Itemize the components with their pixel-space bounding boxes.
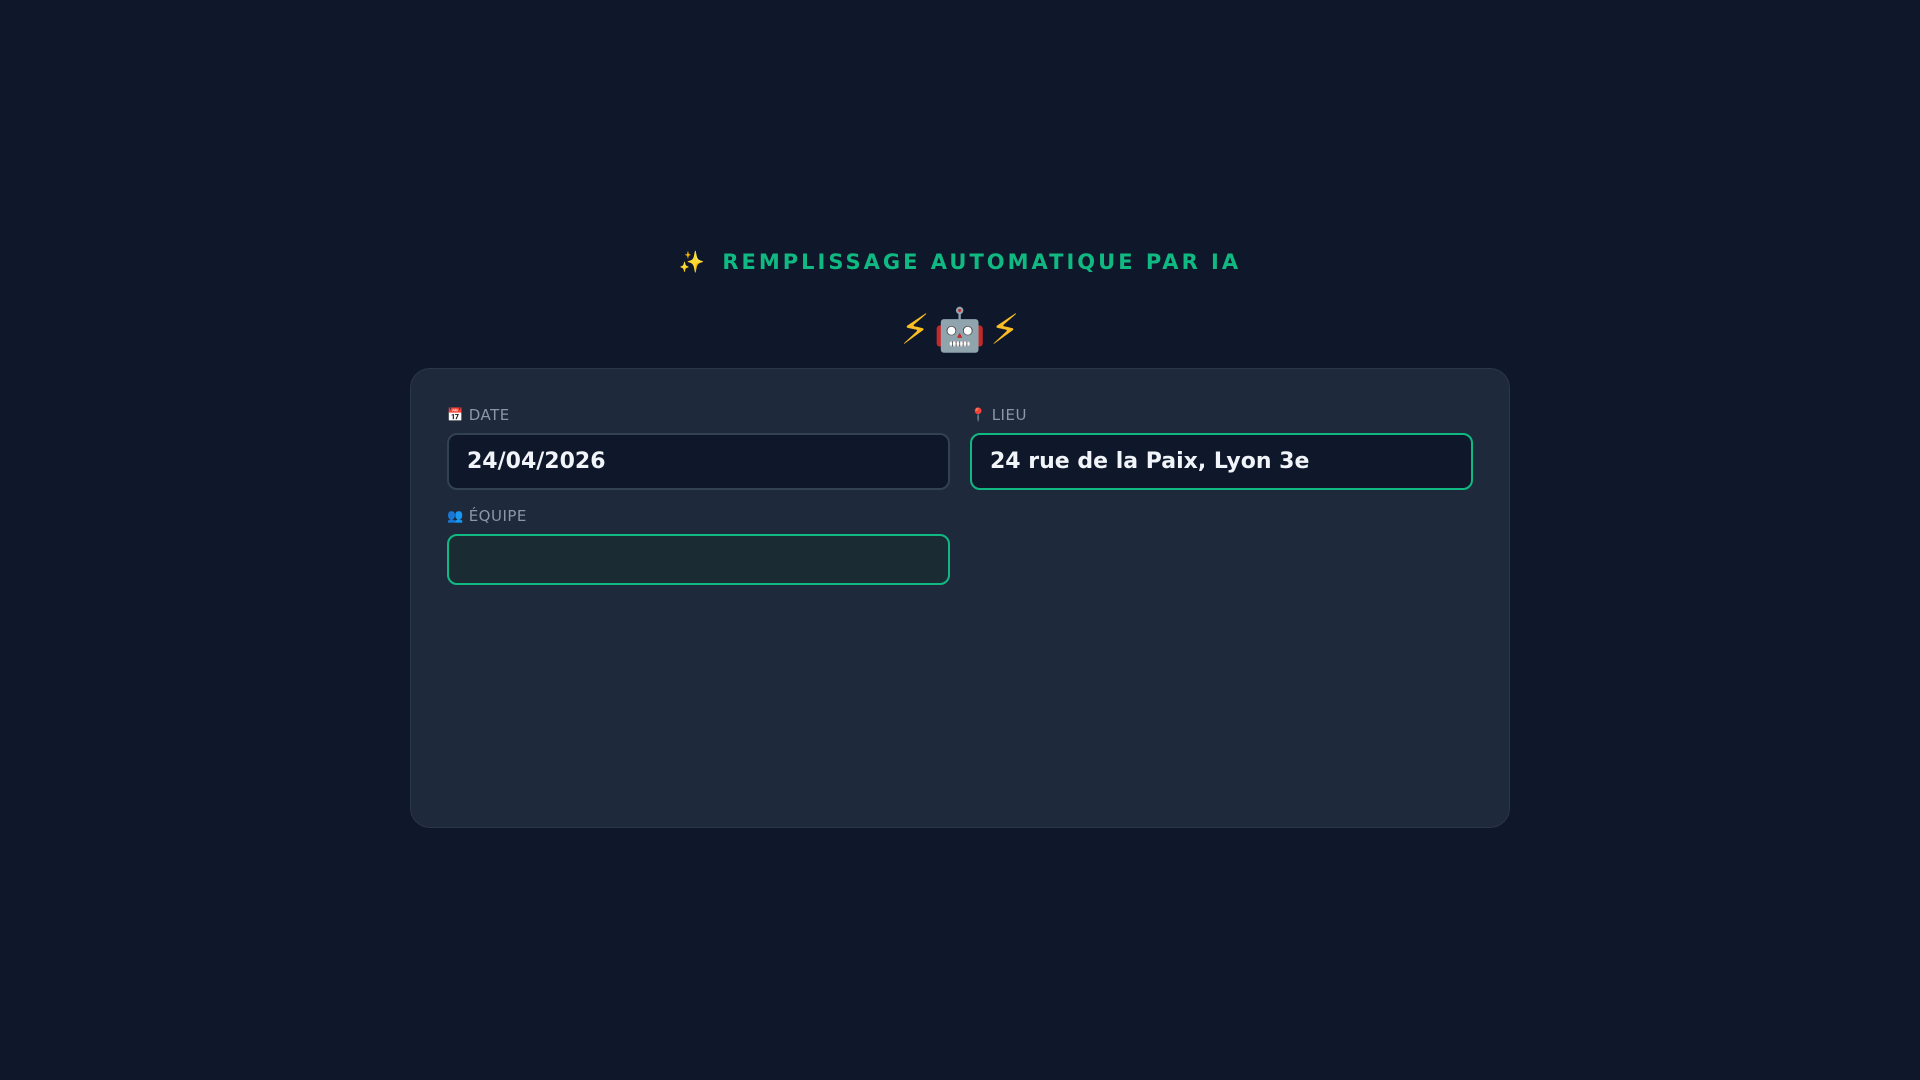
lightning-icon: ⚡ [900, 305, 930, 354]
equipe-label-text: ÉQUIPE [468, 507, 527, 525]
form-card: 📅 DATE 24/04/2026 📍 LIEU 24 rue de la Pa… [410, 368, 1510, 828]
equipe-field-group: 👥 ÉQUIPE [447, 506, 950, 585]
calendar-icon: 📅 [447, 407, 464, 423]
date-label-text: DATE [468, 406, 510, 424]
date-input[interactable]: 24/04/2026 [447, 433, 950, 490]
equipe-label: 👥 ÉQUIPE [447, 506, 950, 526]
ai-autofill-banner: ✨ REMPLISSAGE AUTOMATIQUE PAR IA [0, 250, 1920, 275]
date-label: 📅 DATE [447, 405, 950, 425]
ai-autofill-title: REMPLISSAGE AUTOMATIQUE PAR IA [722, 250, 1242, 274]
lieu-label: 📍 LIEU [970, 405, 1473, 425]
pin-icon: 📍 [970, 407, 987, 423]
lieu-input[interactable]: 24 rue de la Paix, Lyon 3e [970, 433, 1473, 490]
equipe-input[interactable] [447, 534, 950, 585]
lieu-input-value: 24 rue de la Paix, Lyon 3e [990, 449, 1310, 474]
lightning-icon: ⚡ [990, 305, 1020, 354]
page: ✨ REMPLISSAGE AUTOMATIQUE PAR IA ⚡🤖⚡ 📅 D… [0, 0, 1920, 1080]
ai-mascot: ⚡🤖⚡ [0, 300, 1920, 360]
date-input-value: 24/04/2026 [467, 449, 606, 474]
robot-icon: 🤖 [933, 305, 987, 354]
sparkles-icon: ✨ [678, 250, 709, 274]
lieu-field-group: 📍 LIEU 24 rue de la Paix, Lyon 3e [970, 405, 1473, 490]
lieu-label-text: LIEU [991, 406, 1027, 424]
people-icon: 👥 [447, 508, 464, 524]
date-field-group: 📅 DATE 24/04/2026 [447, 405, 950, 490]
